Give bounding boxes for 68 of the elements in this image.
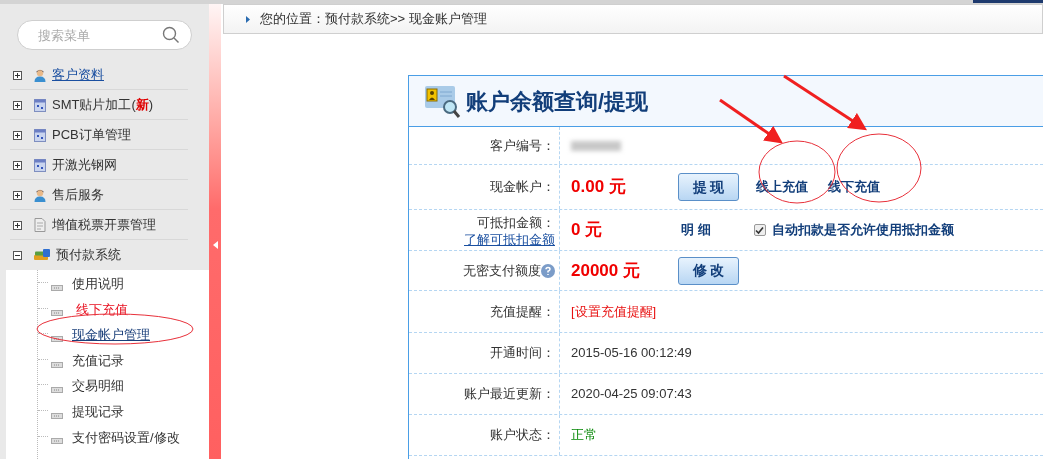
menu-item[interactable]: 线下充值 <box>76 299 128 320</box>
menu-item[interactable]: 现金帐户管理 <box>72 325 150 345</box>
menu-item[interactable]: 支付密码设置/修改 <box>72 427 180 448</box>
menu-item[interactable]: 开激光钢网 <box>52 155 117 175</box>
action-button[interactable]: 提 现 <box>678 173 739 201</box>
menu-item[interactable]: 充值记录 <box>72 350 124 371</box>
person-icon <box>34 188 46 202</box>
calendar-icon <box>34 128 46 142</box>
action-button[interactable]: 修 改 <box>678 256 739 285</box>
leaf-icon <box>51 387 63 394</box>
leaf-icon <box>51 310 63 317</box>
leaf-icon <box>51 438 63 445</box>
action-link[interactable]: 线上充值 <box>756 177 808 197</box>
checkbox-label: 自动扣款是否允许使用抵扣金额 <box>771 221 954 240</box>
annotation-arrow <box>719 98 783 144</box>
action-link[interactable]: 线下充值 <box>828 177 880 197</box>
amount-text: 0.00 元 <box>571 176 627 199</box>
blurred-value <box>571 140 621 151</box>
search-icon <box>162 26 181 44</box>
expand-icon[interactable] <box>13 130 22 140</box>
menu-item[interactable]: 使用说明 <box>72 274 124 294</box>
menu-item[interactable]: 提现记录 <box>72 402 124 422</box>
expand-icon[interactable] <box>13 70 22 80</box>
checkbox[interactable] <box>753 224 766 236</box>
menu-item[interactable]: 客户资料 <box>52 65 104 85</box>
collapse-icon[interactable] <box>13 250 22 260</box>
reminder-link[interactable]: [设置充值提醒] <box>571 301 657 322</box>
expand-icon[interactable] <box>13 190 22 200</box>
expand-icon[interactable] <box>13 100 22 110</box>
field-value: 2020-04-25 09:07:43 <box>571 385 692 404</box>
menu-item[interactable]: PCB订单管理 <box>52 125 131 145</box>
field-label: 无密支付额度 <box>463 261 541 280</box>
leaf-icon <box>51 361 63 368</box>
field-label: 现金帐户： <box>490 178 555 197</box>
status-text: 正常 <box>571 426 597 445</box>
amount-text: 0 元 <box>571 219 604 242</box>
field-label: 开通时间： <box>490 344 555 363</box>
search-field[interactable]: 搜索菜单 <box>17 20 193 50</box>
menu-item[interactable]: 售后服务 <box>52 185 104 205</box>
field-label: 客户编号： <box>490 136 555 155</box>
field-label: 充值提醒： <box>490 302 555 321</box>
field-label: 账户最近更新： <box>464 385 555 404</box>
menu-item[interactable]: 增值税票开票管理 <box>52 215 156 235</box>
field-label: 可抵扣金额： <box>477 213 555 232</box>
id-card-search-icon <box>424 83 462 119</box>
triangle-icon <box>246 15 250 23</box>
calendar-icon <box>34 158 46 172</box>
field-label: 账户状态： <box>490 426 555 445</box>
leaf-icon <box>51 284 63 291</box>
person-icon <box>34 68 46 82</box>
help-link[interactable]: 了解可抵扣金额 <box>464 232 555 248</box>
panel-title: 账户余额查询/提现 <box>466 87 649 116</box>
breadcrumb-text: 您的位置：预付款系统>> 现金账户管理 <box>260 10 487 29</box>
calendar-icon <box>34 98 46 112</box>
collapse-handle[interactable] <box>212 240 220 250</box>
expand-icon[interactable] <box>13 160 22 170</box>
document-icon <box>34 218 46 232</box>
expand-icon[interactable] <box>13 220 22 230</box>
field-value: 2015-05-16 00:12:49 <box>571 344 692 363</box>
leaf-icon <box>51 336 63 342</box>
menu-item[interactable]: 交易明细 <box>72 376 124 396</box>
menu-item[interactable]: SMT贴片加工(新) <box>52 95 154 115</box>
menu-item[interactable]: 预付款系统 <box>56 245 121 265</box>
stack-icon <box>34 249 50 261</box>
leaf-icon <box>51 412 63 419</box>
help-icon[interactable] <box>541 263 555 278</box>
action-link[interactable]: 明 细 <box>681 220 711 240</box>
amount-text: 20000 元 <box>571 259 641 282</box>
